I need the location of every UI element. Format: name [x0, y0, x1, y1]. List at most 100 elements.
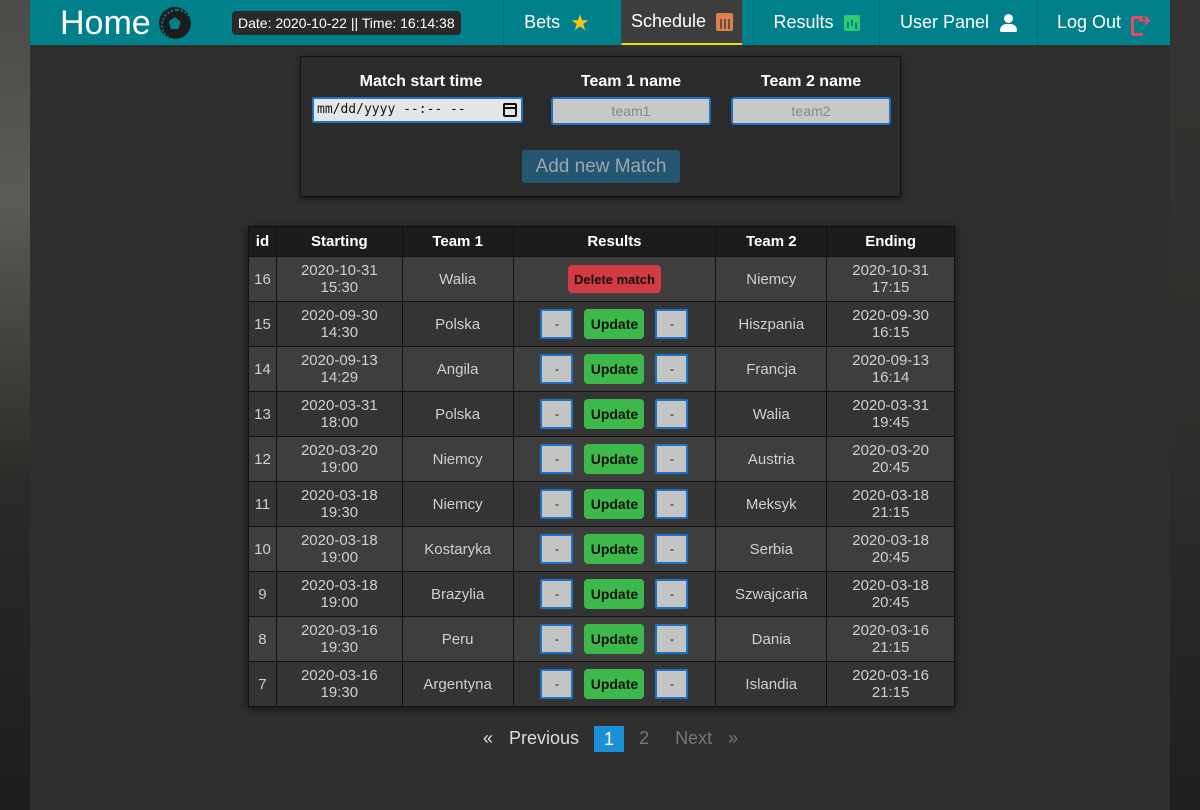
star-icon: ★ — [570, 9, 590, 35]
update-button[interactable]: Update — [584, 534, 645, 564]
cell-team2: Dania — [715, 616, 828, 662]
team1-score-input[interactable]: - — [540, 669, 574, 699]
add-match-button[interactable]: Add new Match — [522, 150, 680, 183]
team2-score-input[interactable]: - — [655, 444, 689, 474]
next-page-link[interactable]: Next — [667, 728, 720, 749]
update-button[interactable]: Update — [584, 309, 645, 339]
nav-bets-label: Bets — [524, 12, 561, 32]
team1-score-input[interactable]: - — [540, 489, 574, 519]
update-button[interactable]: Update — [584, 624, 645, 654]
last-page-link[interactable]: » — [720, 728, 746, 749]
start-date: 2020-09-30 — [300, 307, 378, 324]
end-date: 2020-03-20 — [852, 442, 929, 459]
team1-score-input[interactable]: - — [540, 309, 574, 339]
col-header-team1: Team 1 — [401, 226, 514, 257]
team2-input[interactable] — [731, 97, 891, 125]
cell-id: 12 — [248, 436, 277, 482]
team2-score-input[interactable]: - — [655, 354, 689, 384]
add-match-form: Match start time Team 1 name Team 2 name… — [300, 56, 901, 197]
cell-ending: 2020-03-20 20:45 — [826, 436, 955, 482]
update-button[interactable]: Update — [584, 489, 645, 519]
end-date: 2020-03-18 — [852, 532, 929, 549]
start-time: 19:00 — [320, 594, 359, 611]
table-row: 12 2020-03-20 19:00 Niemcy - Update - Austria 20… — [248, 436, 955, 482]
matches-table: id Starting Team 1 Results Team 2 Ending… — [248, 226, 955, 707]
cell-ending: 2020-03-31 19:45 — [826, 391, 955, 437]
page-link-current[interactable]: 1 — [594, 725, 625, 752]
end-time: 21:15 — [871, 504, 910, 521]
team2-score-input[interactable]: - — [655, 309, 689, 339]
nav-user-panel[interactable]: User Panel — [879, 0, 1037, 45]
start-date: 2020-03-18 — [300, 487, 378, 504]
team1-label: Team 1 name — [580, 73, 682, 90]
nav-logout[interactable]: Log Out — [1037, 0, 1170, 45]
team1-input[interactable] — [551, 97, 711, 125]
chart-icon — [843, 14, 860, 31]
team1-score-input[interactable]: - — [540, 354, 574, 384]
cell-id: 13 — [248, 391, 277, 437]
cell-team2: Islandia — [715, 661, 828, 707]
first-page-link[interactable]: « — [475, 728, 501, 749]
cell-team1: Polska — [401, 391, 514, 437]
update-button[interactable]: Update — [584, 354, 645, 384]
team2-score-input[interactable]: - — [655, 579, 689, 609]
update-button[interactable]: Update — [584, 669, 645, 699]
team1-score-input[interactable]: - — [540, 624, 574, 654]
team1-score-input[interactable]: - — [540, 399, 574, 429]
cell-results: - Update - — [512, 571, 717, 617]
cell-team1: Brazylia — [401, 571, 514, 617]
update-button[interactable]: Update — [584, 444, 645, 474]
start-time: 14:30 — [320, 324, 359, 341]
nav-results[interactable]: Results — [753, 0, 879, 45]
nav-bets[interactable]: Bets ★ — [503, 0, 610, 45]
cell-ending: 2020-09-30 16:15 — [826, 301, 955, 347]
col-header-ending: Ending — [826, 226, 955, 257]
update-button[interactable]: Update — [584, 399, 645, 429]
cell-id: 14 — [248, 346, 277, 392]
cell-id: 8 — [248, 616, 277, 662]
team1-score-input[interactable]: - — [540, 534, 574, 564]
end-date: 2020-03-16 — [852, 622, 929, 639]
cell-results: - Update - — [512, 661, 717, 707]
col-header-results: Results — [512, 226, 717, 257]
update-button[interactable]: Update — [584, 579, 645, 609]
page-link[interactable]: 2 — [631, 728, 657, 749]
end-date: 2020-09-30 — [852, 307, 929, 324]
team2-score-input[interactable]: - — [655, 399, 689, 429]
cell-ending: 2020-03-18 21:15 — [826, 481, 955, 527]
delete-match-button[interactable]: Delete match — [567, 265, 661, 293]
end-date: 2020-03-18 — [852, 487, 929, 504]
cell-team1: Kostaryka — [401, 526, 514, 572]
team2-score-input[interactable]: - — [655, 669, 689, 699]
team2-score-input[interactable]: - — [655, 489, 689, 519]
cell-ending: 2020-03-18 20:45 — [826, 571, 955, 617]
previous-page-link[interactable]: Previous — [501, 728, 587, 749]
start-date: 2020-03-18 — [300, 577, 378, 594]
start-date: 2020-10-31 — [300, 262, 378, 279]
cell-team2: Meksyk — [715, 481, 828, 527]
end-date: 2020-10-31 — [852, 262, 929, 279]
home-link[interactable]: Home — [60, 3, 193, 43]
team2-score-input[interactable]: - — [655, 534, 689, 564]
nav-schedule[interactable]: Schedule — [621, 0, 742, 45]
start-time-value: mm/dd/yyyy --:-- -- — [317, 102, 466, 117]
cell-results: - Update - — [512, 526, 717, 572]
match-start-time-input[interactable]: mm/dd/yyyy --:-- -- — [312, 97, 523, 123]
datetime-display: Date: 2020-10-22 || Time: 16:14:38 — [232, 11, 461, 35]
team1-score-input[interactable]: - — [540, 579, 574, 609]
cell-ending: 2020-09-13 16:14 — [826, 346, 955, 392]
end-time: 21:15 — [871, 684, 910, 701]
cell-ending: 2020-03-18 20:45 — [826, 526, 955, 572]
start-date: 2020-09-13 — [300, 352, 378, 369]
cell-team1: Polska — [401, 301, 514, 347]
team2-score-input[interactable]: - — [655, 624, 689, 654]
cell-results: - Update - — [512, 616, 717, 662]
table-row: 11 2020-03-18 19:30 Niemcy - Update - Meksyk 202… — [248, 481, 955, 527]
table-row: 16 2020-10-31 15:30 Walia Delete match Niemcy… — [248, 256, 955, 302]
cell-starting: 2020-09-13 14:29 — [275, 346, 403, 392]
team1-score-input[interactable]: - — [540, 444, 574, 474]
calendar-picker-icon[interactable] — [503, 103, 517, 117]
table-row: 14 2020-09-13 14:29 Angila - Update - Francja 20… — [248, 346, 955, 392]
start-time: 19:00 — [320, 549, 359, 566]
navbar: Home Date: 2020-10-22 || Time: 16:14:38 … — [30, 0, 1170, 45]
